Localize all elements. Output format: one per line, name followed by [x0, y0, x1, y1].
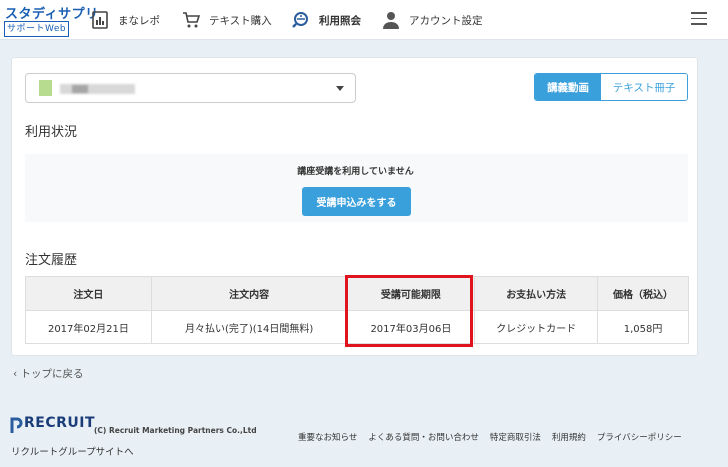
- logo-main: スタディサプリ: [5, 7, 99, 22]
- usage-title: 利用状況: [25, 125, 78, 140]
- search-icon: [292, 11, 310, 29]
- tab-text-booklet[interactable]: テキスト冊子: [601, 74, 687, 100]
- col-order-date: 注文日: [25, 276, 152, 311]
- nav-label: テキスト購入: [209, 14, 272, 27]
- recruit-logo-mark-icon: [10, 417, 23, 433]
- nav-label: まなレポ: [118, 14, 160, 27]
- nav-usage-inquiry[interactable]: 利用照会: [292, 10, 361, 30]
- cart-icon: [182, 11, 201, 29]
- menu-icon[interactable]: [691, 12, 707, 26]
- apply-button[interactable]: 受講申込みをする: [302, 187, 411, 216]
- course-color-swatch: [39, 80, 52, 96]
- course-select[interactable]: [25, 73, 356, 103]
- back-to-top-link[interactable]: ‹ トップに戻る: [13, 366, 84, 381]
- main-card: 講義動画 テキスト冊子 利用状況 講座受講を利用していません 受講申込みをする …: [11, 57, 698, 356]
- footer-link-terms[interactable]: 利用規約: [552, 431, 586, 443]
- group-site-link[interactable]: リクルートグループサイトへ: [11, 444, 134, 458]
- report-icon: [91, 11, 109, 29]
- cell-price: 1,058円: [597, 310, 689, 344]
- nav-label: アカウント設定: [409, 14, 483, 27]
- usage-message: 講座受講を利用していません: [297, 167, 414, 177]
- back-label: トップに戻る: [20, 368, 84, 380]
- chevron-down-icon: [336, 86, 344, 91]
- course-name-redacted-part: [72, 85, 88, 93]
- user-icon: [382, 11, 400, 29]
- footer-link-commercial-law[interactable]: 特定商取引法: [490, 431, 541, 443]
- col-price: 価格（税込）: [597, 276, 689, 311]
- footer-link-privacy[interactable]: プライバシーポリシー: [597, 431, 682, 443]
- nav-manarepo[interactable]: まなレポ: [91, 10, 160, 30]
- footer-links: 重要なお知らせ よくある質問・お問い合わせ 特定商取引法 利用規約 プライバシー…: [298, 431, 693, 443]
- order-table: 注文日 注文内容 受講可能期限 お支払い方法 価格（税込） 2017年02月21…: [25, 276, 689, 344]
- nav-text-purchase[interactable]: テキスト購入: [182, 10, 272, 30]
- cell-payment-method: クレジットカード: [474, 310, 599, 344]
- cell-order-date: 2017年02月21日: [25, 310, 152, 344]
- recruit-logo[interactable]: RECRUIT: [10, 415, 95, 437]
- table-row: 2017年02月21日 月々払い(完了)(14日間無料) 2017年03月06日…: [25, 310, 689, 344]
- col-order-content: 注文内容: [150, 276, 348, 311]
- chevron-left-icon: ‹: [13, 368, 21, 380]
- logo[interactable]: スタディサプリ サポートWeb: [4, 3, 98, 37]
- col-access-deadline: 受講可能期限: [346, 276, 476, 311]
- copyright: (C) Recruit Marketing Partners Co.,Ltd: [94, 426, 257, 435]
- order-history-title: 注文履歴: [25, 253, 78, 268]
- nav-label: 利用照会: [319, 14, 361, 27]
- col-payment-method: お支払い方法: [474, 276, 599, 311]
- cell-access-deadline: 2017年03月06日: [346, 310, 476, 344]
- header: スタディサプリ サポートWeb まなレポ テキスト購入 利用照会 アカウント設定: [0, 0, 728, 40]
- footer-link-notices[interactable]: 重要なお知らせ: [298, 431, 357, 443]
- cell-order-content: 月々払い(完了)(14日間無料): [150, 310, 348, 344]
- footer-link-faq[interactable]: よくある質問・お問い合わせ: [368, 431, 479, 443]
- table-header-row: 注文日 注文内容 受講可能期限 お支払い方法 価格（税込）: [25, 276, 689, 311]
- nav-account-settings[interactable]: アカウント設定: [382, 10, 483, 30]
- content-type-toggle: 講義動画 テキスト冊子: [534, 73, 688, 101]
- tab-lecture-video[interactable]: 講義動画: [535, 74, 602, 100]
- logo-sub: サポートWeb: [4, 21, 70, 37]
- brand-name: RECRUIT: [24, 415, 96, 431]
